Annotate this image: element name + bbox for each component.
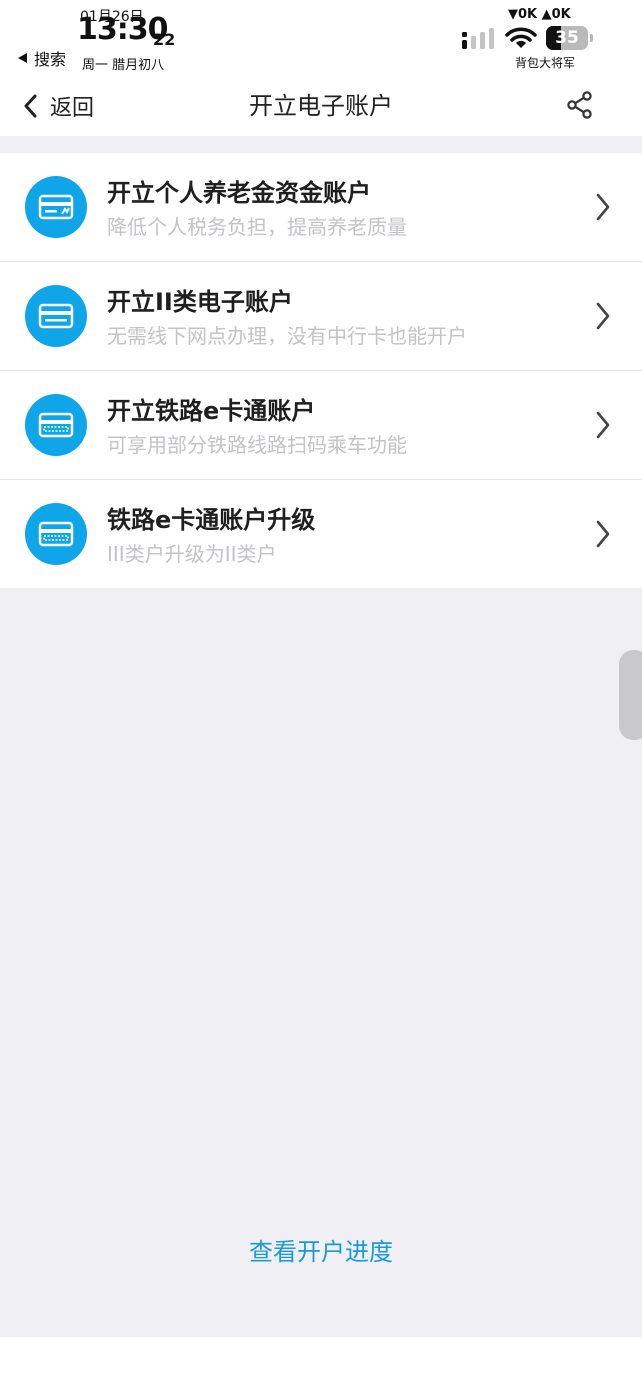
back-app-label: 搜索	[34, 50, 67, 69]
chevron-right-icon	[596, 302, 610, 330]
account-list: 开立个人养老金资金账户 降低个人税务负担，提高养老质量 开立II类电子账户 无需…	[0, 153, 642, 588]
item-title: 开立个人养老金资金账户	[107, 179, 371, 207]
item-title: 开立铁路e卡通账户	[107, 397, 316, 425]
item-subtitle: 无需线下网点办理，没有中行卡也能开户	[107, 324, 467, 348]
chevron-right-icon	[596, 411, 610, 439]
bottom-safe-area	[0, 1337, 642, 1389]
wifi-icon	[505, 27, 537, 48]
item-subtitle: 降低个人税务负担，提高养老质量	[107, 215, 407, 239]
list-item-railway-account[interactable]: 开立铁路e卡通账户 可享用部分铁路线路扫码乘车功能	[0, 371, 642, 480]
network-speed: ▼0K ▲0K	[508, 7, 571, 22]
list-item-pension-account[interactable]: 开立个人养老金资金账户 降低个人税务负担，提高养老质量	[0, 153, 642, 262]
railway-card-icon	[25, 503, 87, 565]
floating-side-handle[interactable]	[619, 650, 642, 740]
share-icon[interactable]	[565, 90, 595, 120]
railway-card-icon	[25, 394, 87, 456]
status-seconds: 22	[153, 30, 176, 49]
list-item-railway-upgrade[interactable]: 铁路e卡通账户升级 III类户升级为II类户	[0, 480, 642, 588]
back-to-app-button[interactable]: 搜索	[18, 46, 66, 70]
battery-icon: 35	[546, 26, 594, 50]
card-icon	[25, 285, 87, 347]
cellular-signal-icon	[462, 28, 494, 49]
back-triangle-icon	[18, 53, 27, 63]
chevron-left-icon	[24, 94, 37, 118]
carrier-label: 背包大将军	[515, 56, 576, 70]
chevron-right-icon	[596, 520, 610, 548]
item-subtitle: 可享用部分铁路线路扫码乘车功能	[107, 433, 407, 457]
item-title: 铁路e卡通账户升级	[107, 506, 316, 534]
chevron-right-icon	[596, 193, 610, 221]
item-subtitle: III类户升级为II类户	[107, 542, 277, 566]
item-title: 开立II类电子账户	[107, 288, 293, 316]
nav-bar: 开立电子账户 返回	[0, 80, 642, 136]
back-label: 返回	[50, 96, 95, 121]
battery-level: 35	[555, 28, 579, 48]
view-progress-link[interactable]: 查看开户进度	[0, 1232, 642, 1267]
list-item-class2-account[interactable]: 开立II类电子账户 无需线下网点办理，没有中行卡也能开户	[0, 262, 642, 371]
back-button[interactable]: 返回	[20, 80, 94, 132]
lunar-date: 周一 腊月初八	[82, 58, 165, 73]
pension-card-icon	[25, 176, 87, 238]
status-bar: 01月26日 13:30 22 搜索 周一 腊月初八 ▼0K ▲0K 35 背包…	[0, 0, 642, 80]
page-title: 开立电子账户	[249, 92, 393, 120]
